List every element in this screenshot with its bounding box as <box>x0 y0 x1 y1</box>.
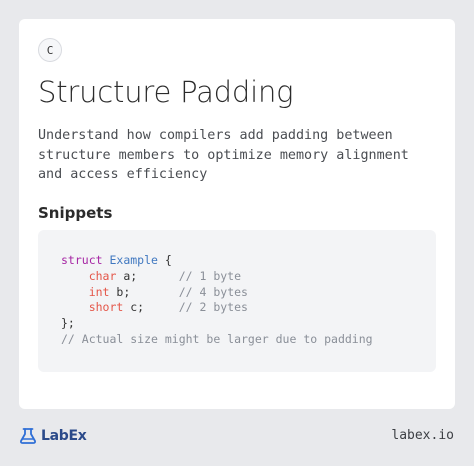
page-title: Structure Padding <box>38 75 294 109</box>
code-text: c; <box>123 300 179 315</box>
code-type: char <box>88 268 117 283</box>
code-block: struct Example { char a; // 1 byte int b… <box>38 230 436 372</box>
snippets-heading: Snippets <box>38 204 113 222</box>
snippet-card: C Structure Padding Understand how compi… <box>19 19 455 409</box>
code-line-4: short c; // 2 bytes <box>61 300 373 316</box>
site-url[interactable]: labex.io <box>391 428 454 443</box>
code-comment: // 2 bytes <box>178 300 248 315</box>
flask-icon <box>20 428 36 444</box>
code-line-2: char a; // 1 byte <box>61 269 373 285</box>
language-badge[interactable]: C <box>38 38 62 62</box>
code-type: short <box>88 300 124 315</box>
code-line-6: // Actual size might be larger due to pa… <box>61 332 373 348</box>
code-line-3: int b; // 4 bytes <box>61 285 373 301</box>
code-type: int <box>88 284 110 299</box>
code-text: { <box>157 253 172 267</box>
description: Understand how compilers add padding bet… <box>38 128 409 182</box>
code-comment: // 4 bytes <box>178 284 248 299</box>
code-text: a; <box>116 268 179 283</box>
labex-logo[interactable]: LabEx <box>19 427 87 445</box>
code-struct-name: Example <box>109 253 158 267</box>
code-text: b; <box>109 284 179 299</box>
code-keyword: struct <box>61 253 103 267</box>
code-comment: // Actual size might be larger due to pa… <box>61 331 373 346</box>
code-line-5: }; <box>61 316 373 332</box>
code-comment: // 1 byte <box>178 268 242 283</box>
code-snippet: struct Example { char a; // 1 byte int b… <box>61 253 373 348</box>
code-text: }; <box>61 316 75 331</box>
logo-text: LabEx <box>41 428 87 444</box>
code-line-1: struct Example { <box>61 253 373 269</box>
